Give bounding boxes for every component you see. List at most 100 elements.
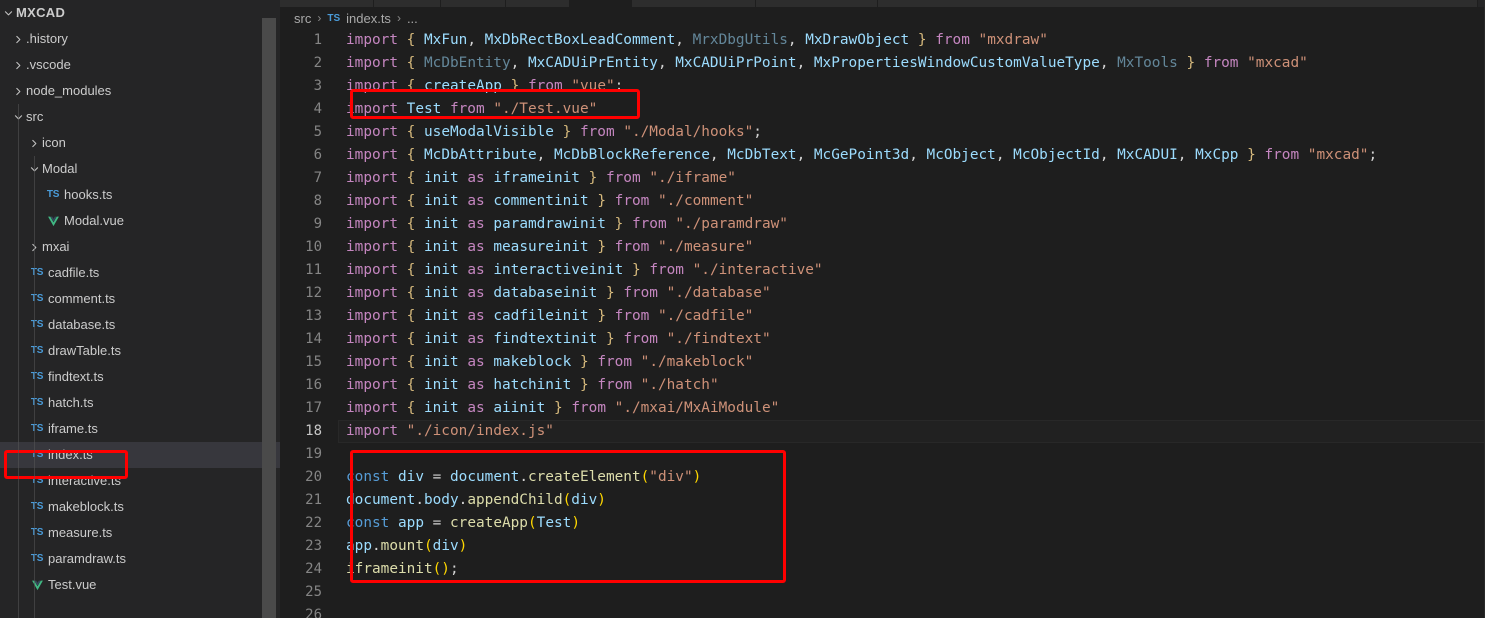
code-line-text[interactable]: import { init as paramdrawinit } from ".… (338, 213, 1485, 236)
code-line-text[interactable]: import { init as interactiveinit } from … (338, 259, 1485, 282)
breadcrumb-item-symbols[interactable]: ... (407, 11, 418, 26)
tree-item-paramdraw-ts[interactable]: TSparamdraw.ts (0, 546, 280, 572)
tree-item-mxai[interactable]: mxai (0, 234, 280, 260)
tree-item-modal[interactable]: Modal (0, 156, 280, 182)
code-line-text[interactable]: import { useModalVisible } from "./Modal… (338, 121, 1485, 144)
code-line[interactable]: 3import { createApp } from "vue"; (280, 75, 1485, 98)
code-line-text[interactable]: import { init as commentinit } from "./c… (338, 190, 1485, 213)
code-line[interactable]: 7import { init as iframeinit } from "./i… (280, 167, 1485, 190)
breadcrumb-item-file[interactable]: index.ts (346, 11, 391, 26)
code-line-text[interactable]: import { init as aiinit } from "./mxai/M… (338, 397, 1485, 420)
typescript-file-icon: TS (26, 390, 48, 416)
line-number: 10 (280, 236, 338, 259)
tree-item-vscode[interactable]: .vscode (0, 52, 280, 78)
code-editor[interactable]: 1import { MxFun, MxDbRectBoxLeadComment,… (280, 29, 1485, 618)
code-line-text[interactable]: import "./icon/index.js" (338, 420, 1485, 443)
tree-item-findtext-ts[interactable]: TSfindtext.ts (0, 364, 280, 390)
chevron-right-icon[interactable] (10, 26, 26, 52)
tree-root-mxcad[interactable]: MXCAD (0, 0, 280, 26)
tree-item-test-vue[interactable]: Test.vue (0, 572, 280, 598)
tab-sliver-5[interactable] (632, 0, 756, 7)
code-line-text[interactable]: import { init as hatchinit } from "./hat… (338, 374, 1485, 397)
tree-item-measure-ts[interactable]: TSmeasure.ts (0, 520, 280, 546)
breadcrumb-item-src[interactable]: src (294, 11, 311, 26)
tab-sliver-4[interactable] (506, 0, 570, 7)
code-line[interactable]: 22const app = createApp(Test) (280, 512, 1485, 535)
code-line[interactable]: 21document.body.appendChild(div) (280, 489, 1485, 512)
code-line[interactable]: 17import { init as aiinit } from "./mxai… (280, 397, 1485, 420)
sidebar-scrollbar[interactable] (262, 18, 276, 618)
tree-item-comment-ts[interactable]: TScomment.ts (0, 286, 280, 312)
tree-item-node-modules[interactable]: node_modules (0, 78, 280, 104)
code-line[interactable]: 2import { McDbEntity, MxCADUiPrEntity, M… (280, 52, 1485, 75)
code-line-text[interactable]: import { McDbEntity, MxCADUiPrEntity, Mx… (338, 52, 1485, 75)
code-line-text[interactable]: import { createApp } from "vue"; (338, 75, 1485, 98)
code-line[interactable]: 14import { init as findtextinit } from "… (280, 328, 1485, 351)
code-line[interactable]: 5import { useModalVisible } from "./Moda… (280, 121, 1485, 144)
tree-item-history[interactable]: .history (0, 26, 280, 52)
tree-indent-guide-1 (34, 156, 35, 618)
code-line[interactable]: 8import { init as commentinit } from "./… (280, 190, 1485, 213)
code-line[interactable]: 6import { McDbAttribute, McDbBlockRefere… (280, 144, 1485, 167)
tab-sliver-2[interactable] (374, 0, 441, 7)
code-line[interactable]: 23app.mount(div) (280, 535, 1485, 558)
code-line-text[interactable]: import { init as databaseinit } from "./… (338, 282, 1485, 305)
tree-item-modal-vue[interactable]: Modal.vue (0, 208, 280, 234)
code-line[interactable]: 1import { MxFun, MxDbRectBoxLeadComment,… (280, 29, 1485, 52)
tree-item-interactive-ts[interactable]: TSinteractive.ts (0, 468, 280, 494)
code-line[interactable]: 11import { init as interactiveinit } fro… (280, 259, 1485, 282)
code-line[interactable]: 19 (280, 443, 1485, 466)
code-line-text[interactable]: import { init as iframeinit } from "./if… (338, 167, 1485, 190)
code-line-text[interactable]: app.mount(div) (338, 535, 1485, 558)
tree-item-label: comment.ts (48, 286, 115, 312)
code-line-text[interactable]: import { init as cadfileinit } from "./c… (338, 305, 1485, 328)
code-line[interactable]: 9import { init as paramdrawinit } from "… (280, 213, 1485, 236)
tree-item-src[interactable]: src (0, 104, 280, 130)
chevron-right-icon[interactable] (10, 78, 26, 104)
tab-sliver-6[interactable] (756, 0, 878, 7)
tab-sliver-1[interactable] (280, 0, 374, 7)
code-line-text[interactable] (338, 581, 1485, 604)
code-line[interactable]: 25 (280, 581, 1485, 604)
code-line-text[interactable]: const app = createApp(Test) (338, 512, 1485, 535)
explorer-sidebar: MXCAD.history.vscodenode_modulessrciconM… (0, 0, 280, 618)
tree-item-hooks-ts[interactable]: TShooks.ts (0, 182, 280, 208)
code-line-text[interactable]: import { init as makeblock } from "./mak… (338, 351, 1485, 374)
code-line[interactable]: 10import { init as measureinit } from ".… (280, 236, 1485, 259)
code-line[interactable]: 18import "./icon/index.js" (280, 420, 1485, 443)
code-line[interactable]: 26 (280, 604, 1485, 618)
code-line-text[interactable] (338, 443, 1485, 466)
code-line[interactable]: 20const div = document.createElement("di… (280, 466, 1485, 489)
code-line[interactable]: 16import { init as hatchinit } from "./h… (280, 374, 1485, 397)
tab-sliver-3[interactable] (441, 0, 506, 7)
code-line[interactable]: 12import { init as databaseinit } from "… (280, 282, 1485, 305)
tree-item-cadfile-ts[interactable]: TScadfile.ts (0, 260, 280, 286)
code-line[interactable]: 4import Test from "./Test.vue" (280, 98, 1485, 121)
chevron-right-icon[interactable] (26, 130, 42, 156)
code-line[interactable]: 13import { init as cadfileinit } from ".… (280, 305, 1485, 328)
tree-item-icon[interactable]: icon (0, 130, 280, 156)
code-line[interactable]: 15import { init as makeblock } from "./m… (280, 351, 1485, 374)
tree-item-drawtable-ts[interactable]: TSdrawTable.ts (0, 338, 280, 364)
tree-item-database-ts[interactable]: TSdatabase.ts (0, 312, 280, 338)
tree-item-label: iframe.ts (48, 416, 98, 442)
code-line[interactable]: 24iframeinit(); (280, 558, 1485, 581)
code-line-text[interactable]: import { init as measureinit } from "./m… (338, 236, 1485, 259)
code-line-text[interactable]: import { MxFun, MxDbRectBoxLeadComment, … (338, 29, 1485, 52)
tree-item-makeblock-ts[interactable]: TSmakeblock.ts (0, 494, 280, 520)
tab-sliver-rest[interactable] (878, 0, 1478, 7)
code-line-text[interactable] (338, 604, 1485, 618)
code-line-text[interactable]: import { init as findtextinit } from "./… (338, 328, 1485, 351)
code-line-text[interactable]: const div = document.createElement("div"… (338, 466, 1485, 489)
tab-sliver-active[interactable] (570, 0, 632, 7)
chevron-right-icon[interactable] (10, 52, 26, 78)
tree-item-iframe-ts[interactable]: TSiframe.ts (0, 416, 280, 442)
tree-item-label: mxai (42, 234, 69, 260)
code-line-text[interactable]: iframeinit(); (338, 558, 1485, 581)
code-line-text[interactable]: import Test from "./Test.vue" (338, 98, 1485, 121)
code-line-text[interactable]: import { McDbAttribute, McDbBlockReferen… (338, 144, 1485, 167)
line-number: 7 (280, 167, 338, 190)
tree-item-index-ts[interactable]: TSindex.ts (0, 442, 280, 468)
tree-item-hatch-ts[interactable]: TShatch.ts (0, 390, 280, 416)
code-line-text[interactable]: document.body.appendChild(div) (338, 489, 1485, 512)
